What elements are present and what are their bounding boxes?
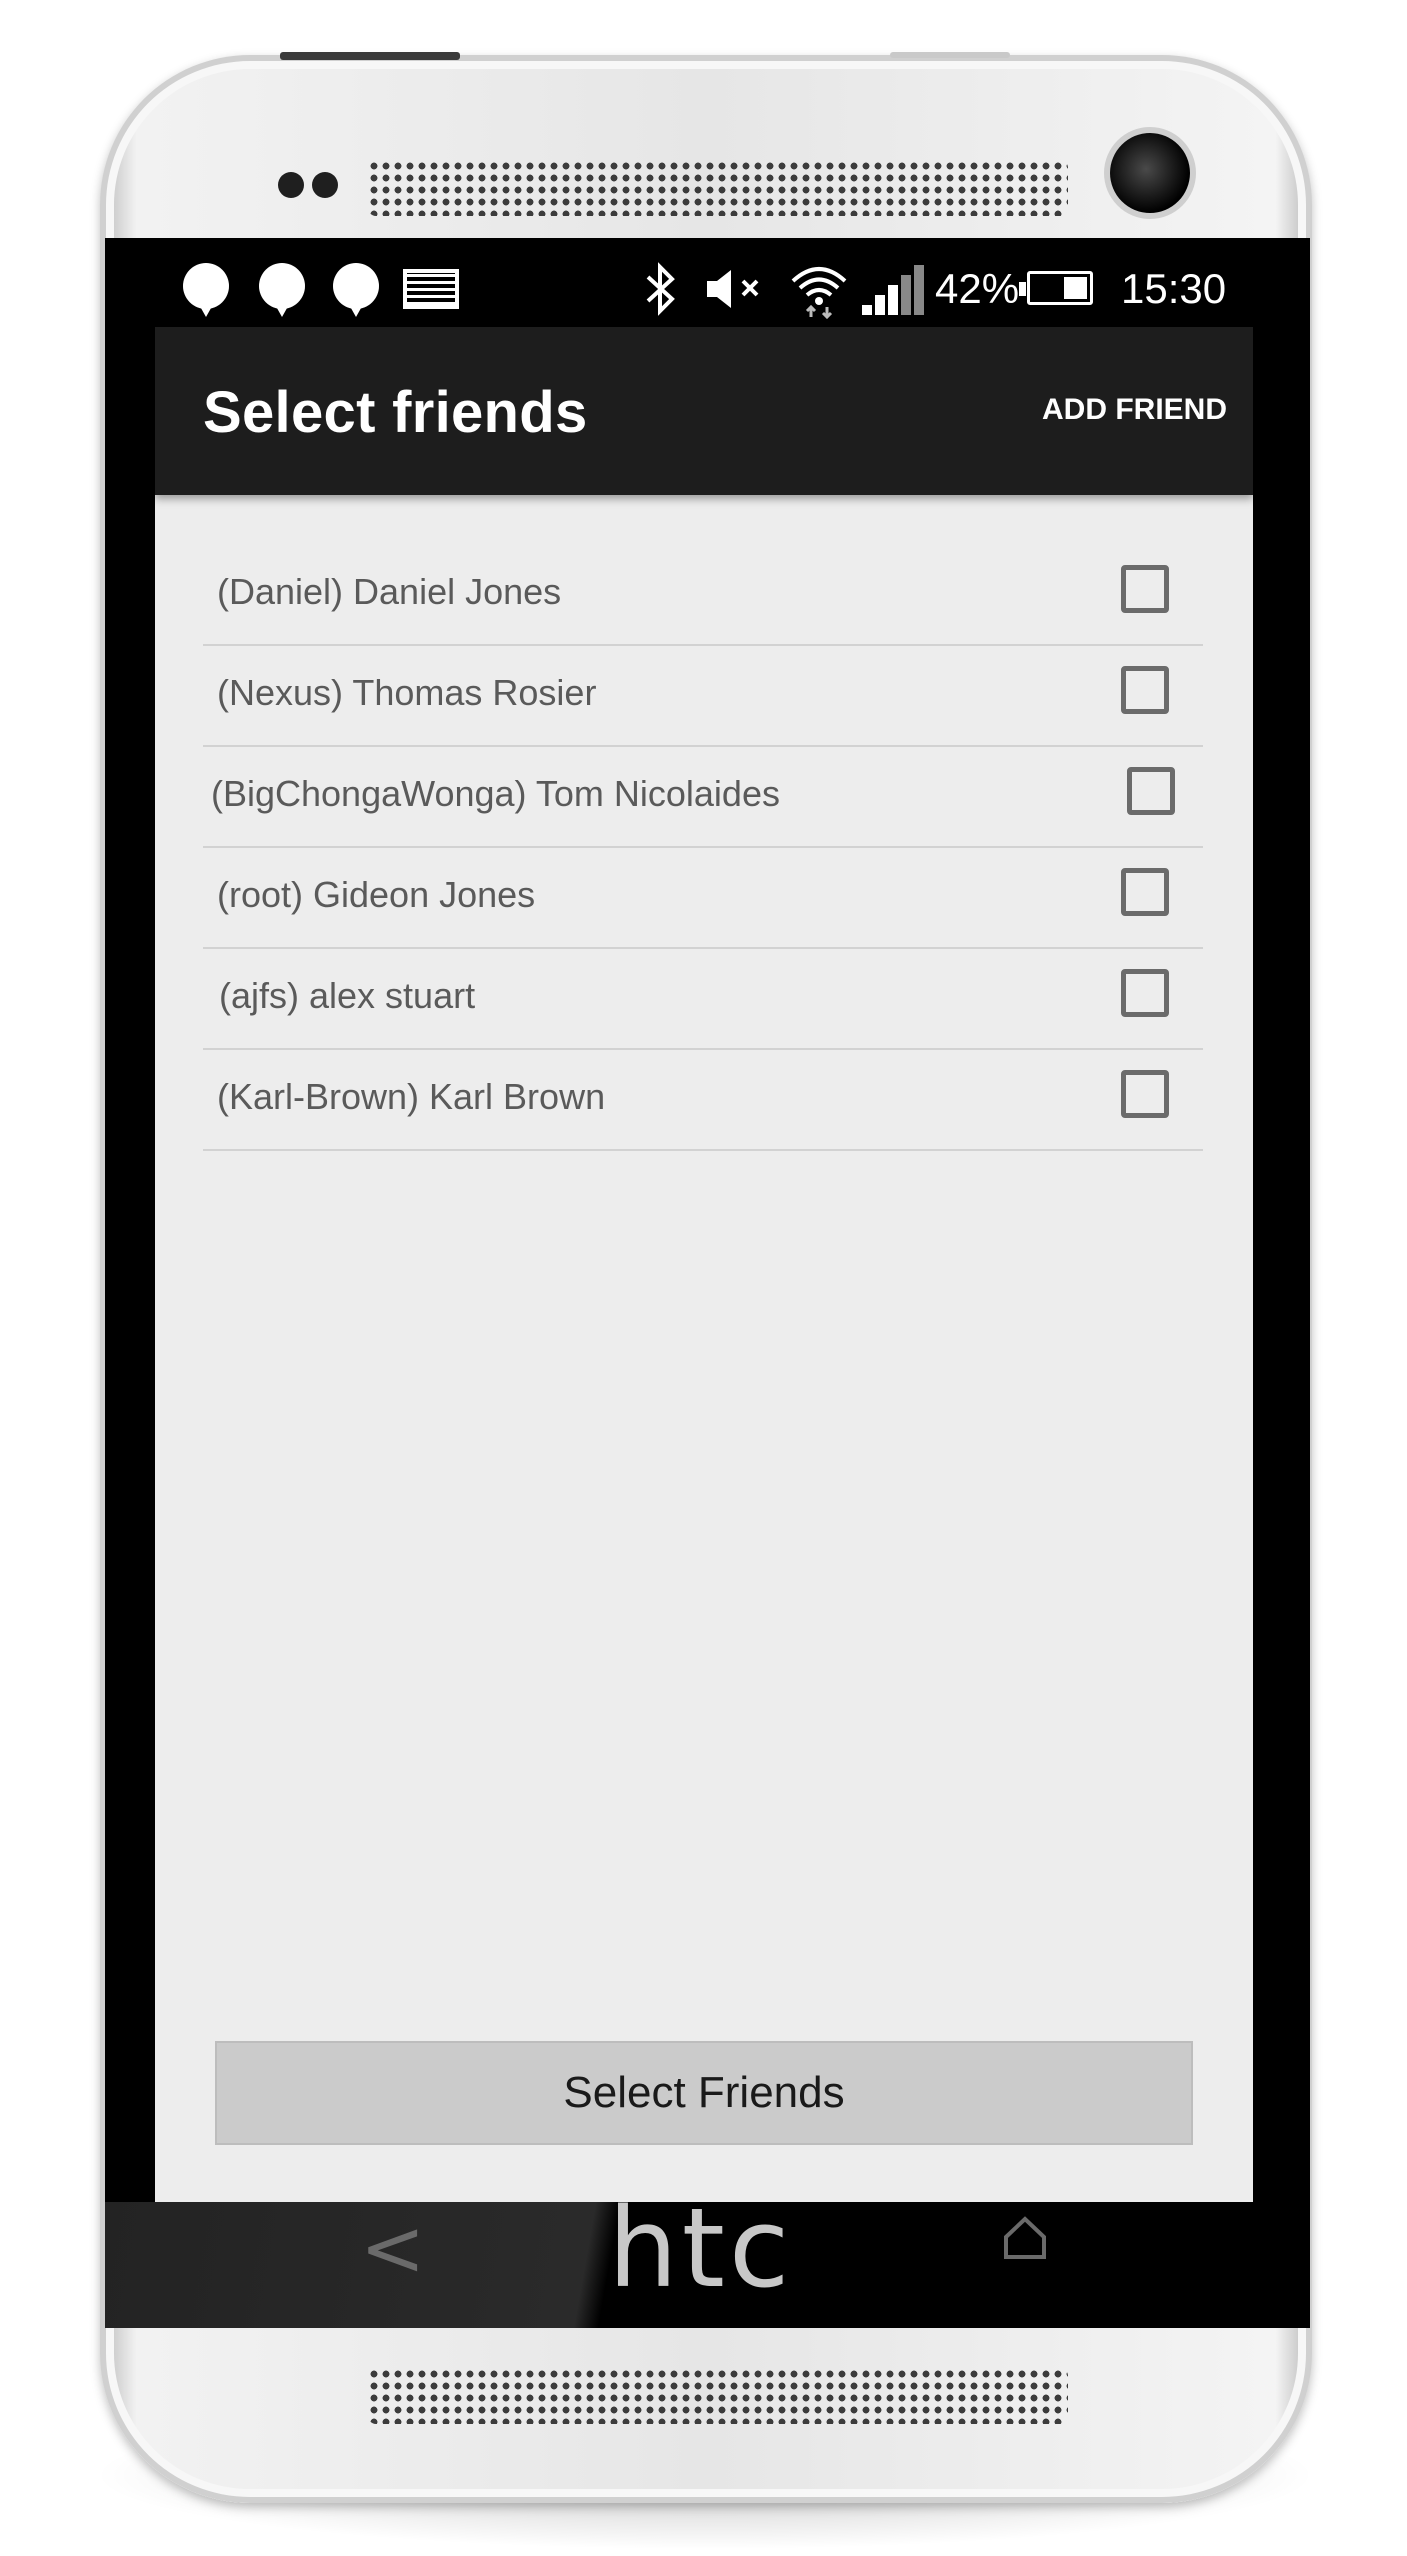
add-friend-button[interactable]: ADD FRIEND <box>1042 393 1227 427</box>
top-speaker-grille <box>368 160 1068 216</box>
friend-row[interactable]: (BigChongaWonga) Tom Nicolaides <box>203 747 1203 848</box>
light-sensor <box>312 172 338 198</box>
mute-icon <box>703 259 773 319</box>
friend-label: (ajfs) alex stuart <box>219 975 476 1016</box>
friend-label: (root) Gideon Jones <box>217 874 536 915</box>
signal-icon <box>862 265 924 315</box>
friend-label: (Karl-Brown) Karl Brown <box>217 1076 606 1117</box>
friend-checkbox[interactable] <box>1121 666 1169 714</box>
action-bar: Select friends ADD FRIEND <box>155 327 1253 495</box>
friend-row[interactable]: (ajfs) alex stuart <box>203 949 1203 1050</box>
friend-row[interactable]: (Daniel) Daniel Jones <box>203 545 1203 646</box>
chat-bubble-icon <box>259 263 305 317</box>
friend-label: (Daniel) Daniel Jones <box>217 571 562 612</box>
friend-label: (BigChongaWonga) Tom Nicolaides <box>211 773 780 814</box>
friend-checkbox[interactable] <box>1121 1070 1169 1118</box>
battery-icon <box>1019 271 1093 305</box>
friend-checkbox[interactable] <box>1127 767 1175 815</box>
home-icon[interactable] <box>1002 2215 1048 2266</box>
page-title: Select friends <box>203 380 588 445</box>
clock: 15:30 <box>1121 265 1227 312</box>
proximity-sensor <box>278 172 304 198</box>
friend-row[interactable]: (Karl-Brown) Karl Brown <box>203 1050 1203 1151</box>
status-bar: 42% 15:30 <box>155 247 1253 327</box>
bottom-speaker-grille <box>368 2368 1068 2424</box>
friend-checkbox[interactable] <box>1121 868 1169 916</box>
bluetooth-icon <box>641 259 681 319</box>
select-friends-button[interactable]: Select Friends <box>215 2041 1193 2145</box>
front-camera <box>1110 133 1190 213</box>
friend-checkbox[interactable] <box>1121 565 1169 613</box>
wifi-icon <box>787 259 851 319</box>
chat-bubble-icon <box>333 263 379 317</box>
chat-bubble-icon <box>183 263 229 317</box>
power-button <box>280 52 460 60</box>
friend-list: (Daniel) Daniel Jones (Nexus) Thomas Ros… <box>203 545 1203 1151</box>
htc-logo: htc <box>608 2184 794 2312</box>
image-icon <box>403 269 459 309</box>
screen: 42% 15:30 Select friends ADD FRIEND (Dan… <box>155 247 1253 2202</box>
friend-checkbox[interactable] <box>1121 969 1169 1017</box>
friend-label: (Nexus) Thomas Rosier <box>217 672 597 713</box>
friend-row[interactable]: (Nexus) Thomas Rosier <box>203 646 1203 747</box>
friend-row[interactable]: (root) Gideon Jones <box>203 848 1203 949</box>
battery-percent: 42% <box>935 265 1020 312</box>
back-icon[interactable]: < <box>360 2204 425 2294</box>
phone-seam <box>890 52 1010 58</box>
